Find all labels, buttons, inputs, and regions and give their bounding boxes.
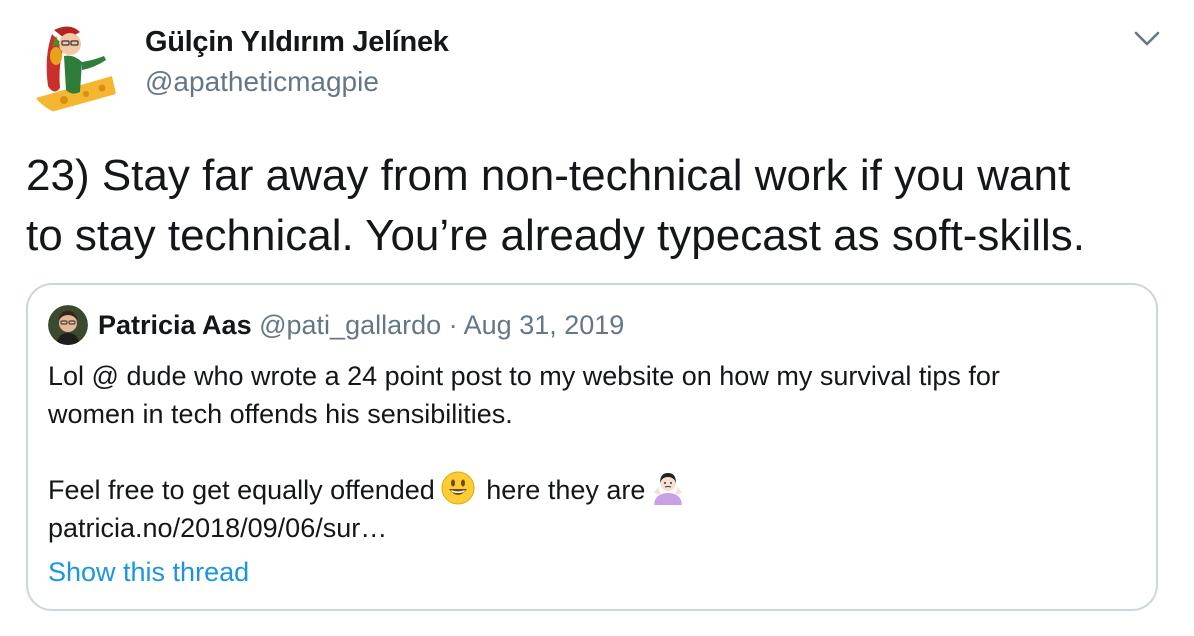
author-handle[interactable]: @apatheticmagpie bbox=[145, 66, 379, 98]
show-thread-link[interactable]: Show this thread bbox=[48, 557, 249, 588]
quoted-text-line: Feel free to get equally offended here t… bbox=[48, 471, 1138, 509]
quoted-text-line: Lol @ dude who wrote a 24 point post to … bbox=[48, 361, 1000, 391]
separator-dot: · bbox=[441, 310, 464, 340]
author-name[interactable]: Gülçin Yıldırım Jelínek bbox=[145, 26, 449, 59]
tweet: Gülçin Yıldırım Jelínek @apatheticmagpie… bbox=[0, 0, 1194, 636]
tweet-text: 23) Stay far away from non-technical wor… bbox=[26, 146, 1176, 266]
quoted-text-segment: here they are bbox=[478, 475, 646, 505]
quoted-date[interactable]: Aug 31, 2019 bbox=[464, 310, 625, 340]
quoted-tweet[interactable]: Patricia Aas @pati_gallardo · Aug 31, 20… bbox=[26, 283, 1158, 611]
quoted-author-handle[interactable]: @pati_gallardo bbox=[259, 310, 441, 340]
tweet-text-line: to stay technical. You’re already typeca… bbox=[26, 211, 1085, 260]
quoted-author-name[interactable]: Patricia Aas bbox=[98, 310, 252, 340]
quoted-header: Patricia Aas @pati_gallardo · Aug 31, 20… bbox=[98, 307, 624, 343]
author-avatar[interactable] bbox=[24, 16, 124, 116]
quoted-text-line: women in tech offends his sensibilities. bbox=[48, 399, 513, 429]
quoted-text-segment: Feel free to get equally offended bbox=[48, 475, 435, 505]
quoted-link[interactable]: patricia.no/2018/09/06/sur… bbox=[48, 509, 1138, 547]
quoted-avatar[interactable] bbox=[48, 305, 88, 345]
person-shrugging-emoji-icon bbox=[651, 471, 685, 505]
grinning-face-emoji-icon bbox=[441, 471, 475, 505]
quoted-text: Lol @ dude who wrote a 24 point post to … bbox=[48, 357, 1138, 547]
chevron-down-icon[interactable] bbox=[1132, 26, 1162, 50]
tweet-text-line: 23) Stay far away from non-technical wor… bbox=[26, 151, 1071, 200]
